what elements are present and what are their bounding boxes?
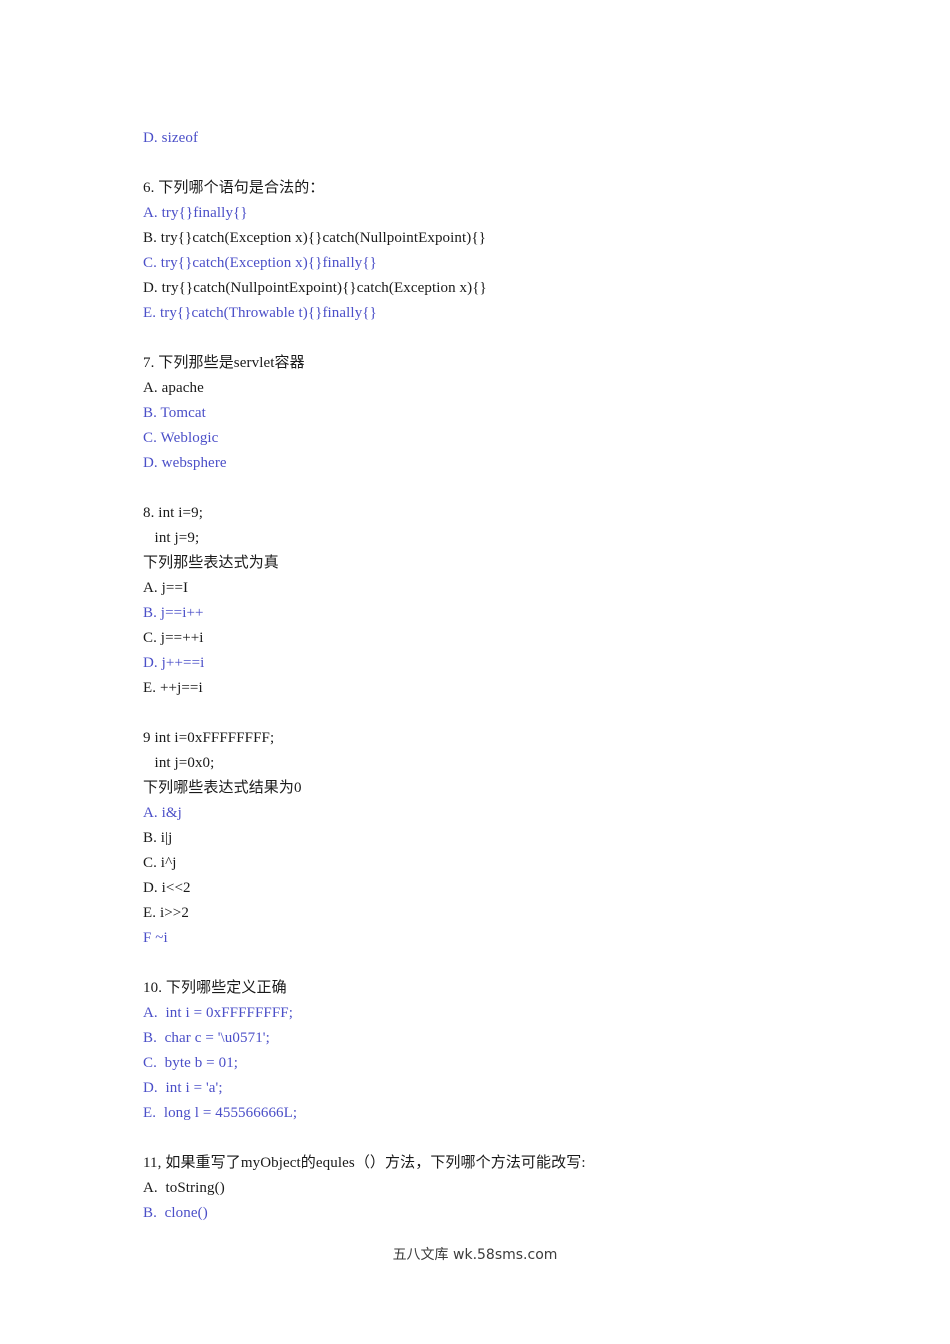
document-line: B. i|j bbox=[143, 830, 173, 846]
document-line: C. Weblogic bbox=[143, 430, 219, 446]
document-line: D. int i = 'a'; bbox=[143, 1080, 223, 1096]
document-line: D. sizeof bbox=[143, 130, 199, 146]
document-line: C. byte b = 01; bbox=[143, 1055, 239, 1071]
document-line: D. j++==i bbox=[143, 655, 205, 671]
document-line: F ~i bbox=[143, 930, 168, 946]
document-line: E. ++j==i bbox=[143, 680, 203, 696]
document-line: 下列哪些表达式结果为0 bbox=[143, 780, 302, 796]
document-page: D. sizeof 6. 下列哪个语句是合法的： A. try{}finally{}… bbox=[0, 0, 950, 1344]
document-line: 下列那些表达式为真 bbox=[143, 555, 279, 571]
document-line: C. i^j bbox=[143, 855, 177, 871]
document-line: A. j==I bbox=[143, 580, 189, 596]
document-line: C. j==++i bbox=[143, 630, 204, 646]
document-line: 7. 下列那些是servlet容器 bbox=[143, 355, 305, 371]
document-line: 6. 下列哪个语句是合法的： bbox=[143, 180, 325, 196]
document-line: A. try{}finally{} bbox=[143, 205, 248, 221]
document-line: int j=9; bbox=[143, 530, 200, 546]
document-line: 10. 下列哪些定义正确 bbox=[143, 980, 287, 996]
document-line: 11, 如果重写了myObject的equles（）方法，下列哪个方法可能改写: bbox=[143, 1155, 586, 1171]
document-content: D. sizeof 6. 下列哪个语句是合法的： A. try{}finally{}… bbox=[143, 126, 823, 1226]
footer-watermark: 五八文库 wk.58sms.com bbox=[392, 1247, 558, 1263]
document-line: B. Tomcat bbox=[143, 405, 206, 421]
document-line: E. i>>2 bbox=[143, 905, 189, 921]
document-line: A. toString() bbox=[143, 1180, 225, 1196]
document-line: C. try{}catch(Exception x){}finally{} bbox=[143, 255, 377, 271]
document-line: 8. int i=9; bbox=[143, 505, 203, 521]
document-line: A. int i = 0xFFFFFFFF; bbox=[143, 1005, 293, 1021]
document-line: E. long l = 455566666L; bbox=[143, 1105, 298, 1121]
document-line: 9 int i=0xFFFFFFFF; bbox=[143, 730, 275, 746]
document-line: int j=0x0; bbox=[143, 755, 215, 771]
document-line: B. try{}catch(Exception x){}catch(Nullpo… bbox=[143, 230, 486, 246]
document-line: D. try{}catch(NullpointExpoint){}catch(E… bbox=[143, 280, 487, 296]
document-line: B. clone() bbox=[143, 1205, 208, 1221]
document-line: A. i&j bbox=[143, 805, 182, 821]
document-line: D. i<<2 bbox=[143, 880, 191, 896]
document-line: D. websphere bbox=[143, 455, 227, 471]
document-line: B. j==i++ bbox=[143, 605, 204, 621]
document-line: B. char c = '\u0571'; bbox=[143, 1030, 270, 1046]
document-line: E. try{}catch(Throwable t){}finally{} bbox=[143, 305, 377, 321]
document-line: A. apache bbox=[143, 380, 204, 396]
